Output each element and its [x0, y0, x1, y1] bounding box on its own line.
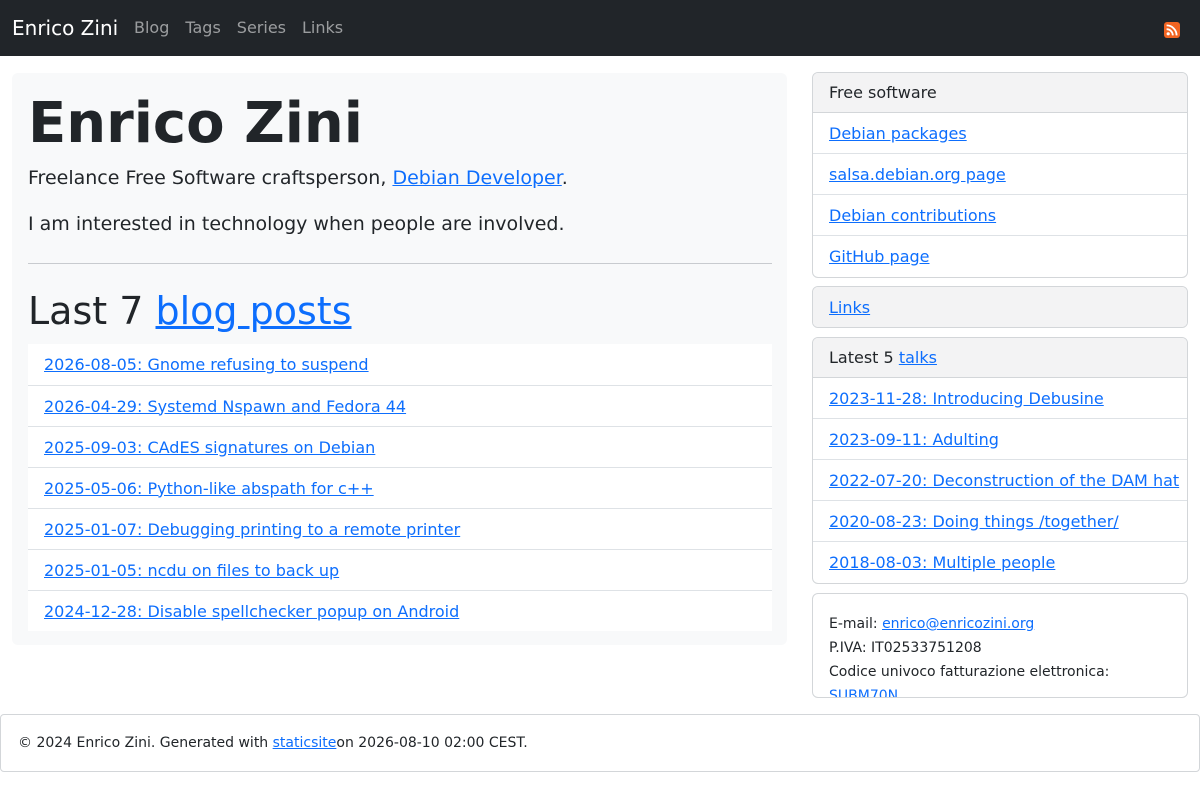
talk-link[interactable]: 2020-08-23: Doing things /together/ — [829, 512, 1119, 531]
debian-packages-link[interactable]: Debian packages — [829, 124, 967, 143]
nav-link-blog[interactable]: Blog — [134, 17, 169, 39]
blog-post-link[interactable]: 2025-05-06: Python-like abspath for c++ — [44, 479, 374, 498]
email-line: E-mail: enrico@enricozini.org — [829, 612, 1171, 636]
nav-links: Blog Tags Series Links — [134, 17, 359, 39]
footer-suffix: on 2026-08-10 02:00 CEST. — [336, 735, 528, 751]
card-row: 2023-09-11: Adulting — [813, 419, 1187, 460]
blog-post-link[interactable]: 2024-12-28: Disable spellchecker popup o… — [44, 602, 459, 621]
card-row: salsa.debian.org page — [813, 154, 1187, 195]
intro-lead: Freelance Free Software craftsperson, De… — [28, 165, 568, 191]
card-row: Debian contributions — [813, 195, 1187, 236]
card-row: 2022-07-20: Deconstruction of the DAM ha… — [813, 460, 1187, 501]
divider — [28, 263, 772, 264]
blog-post-link[interactable]: 2025-01-05: ncdu on files to back up — [44, 561, 339, 580]
page-title: Enrico Zini — [28, 91, 363, 156]
blog-post-link[interactable]: 2026-04-29: Systemd Nspawn and Fedora 44 — [44, 397, 406, 416]
posts-heading-text: Last 7 — [28, 289, 156, 333]
codice-line: Codice univoco fatturazione elettronica:… — [829, 660, 1171, 697]
blog-post-link[interactable]: 2026-08-05: Gnome refusing to suspend — [44, 355, 369, 374]
card-header: Links — [813, 287, 1187, 327]
blog-post-link[interactable]: 2025-09-03: CAdES signatures on Debian — [44, 438, 375, 457]
contact-card: E-mail: enrico@enricozini.org P.IVA: IT0… — [812, 593, 1188, 698]
list-item: 2026-04-29: Systemd Nspawn and Fedora 44 — [28, 385, 772, 426]
links-link[interactable]: Links — [829, 298, 870, 317]
rss-icon[interactable] — [1164, 22, 1180, 38]
talk-link[interactable]: 2023-09-11: Adulting — [829, 430, 999, 449]
talks-card: Latest 5 talks 2023-11-28: Introducing D… — [812, 337, 1188, 584]
staticsite-link[interactable]: staticsite — [273, 735, 337, 751]
card-row: Debian packages — [813, 113, 1187, 154]
list-item: 2025-01-07: Debugging printing to a remo… — [28, 508, 772, 549]
list-item: 2025-09-03: CAdES signatures on Debian — [28, 426, 772, 467]
email-label: E-mail: — [829, 616, 883, 632]
navbar: Enrico Zini Blog Tags Series Links — [0, 0, 1200, 56]
list-item: 2024-12-28: Disable spellchecker popup o… — [28, 590, 772, 631]
links-card: Links — [812, 286, 1188, 328]
intro-period: . — [561, 167, 568, 189]
list-item: 2025-05-06: Python-like abspath for c++ — [28, 467, 772, 508]
list-item: 2025-01-05: ncdu on files to back up — [28, 549, 772, 590]
blog-post-list: 2026-08-05: Gnome refusing to suspend 20… — [28, 344, 772, 631]
free-software-card: Free software Debian packages salsa.debi… — [812, 72, 1188, 278]
blog-post-link[interactable]: 2025-01-07: Debugging printing to a remo… — [44, 520, 460, 539]
talk-link[interactable]: 2018-08-03: Multiple people — [829, 553, 1055, 572]
nav-link-tags[interactable]: Tags — [185, 17, 220, 39]
main-panel: Enrico Zini Freelance Free Software craf… — [12, 73, 787, 645]
debian-developer-link[interactable]: Debian Developer — [392, 167, 561, 189]
github-page-link[interactable]: GitHub page — [829, 247, 930, 266]
nav-link-series[interactable]: Series — [237, 17, 286, 39]
blog-posts-link[interactable]: blog posts — [156, 289, 352, 333]
brand-link[interactable]: Enrico Zini — [12, 15, 118, 41]
interest-lead: I am interested in technology when peopl… — [28, 213, 565, 235]
email-link[interactable]: enrico@enricozini.org — [882, 616, 1034, 632]
salsa-page-link[interactable]: salsa.debian.org page — [829, 165, 1006, 184]
card-row: 2023-11-28: Introducing Debusine — [813, 378, 1187, 419]
nav-link-links[interactable]: Links — [302, 17, 343, 39]
list-item: 2026-08-05: Gnome refusing to suspend — [28, 344, 772, 385]
talk-link[interactable]: 2022-07-20: Deconstruction of the DAM ha… — [829, 471, 1179, 490]
posts-heading: Last 7 blog posts — [28, 285, 352, 337]
card-row: 2018-08-03: Multiple people — [813, 542, 1187, 583]
talks-header-text: Latest 5 — [829, 348, 894, 367]
footer-text: © 2024 Enrico Zini. Generated with — [18, 735, 269, 751]
piva-line: P.IVA: IT02533751208 — [829, 640, 982, 656]
codice-link[interactable]: SUBM70N — [829, 688, 898, 697]
card-row: GitHub page — [813, 236, 1187, 277]
card-header: Free software — [813, 73, 1187, 113]
footer: © 2024 Enrico Zini. Generated with stati… — [0, 714, 1200, 772]
intro-text: Freelance Free Software craftsperson, — [28, 167, 393, 189]
codice-label: Codice univoco fatturazione elettronica: — [829, 664, 1110, 680]
talk-link[interactable]: 2023-11-28: Introducing Debusine — [829, 389, 1104, 408]
talks-link[interactable]: talks — [899, 348, 937, 367]
card-header: Latest 5 talks — [813, 338, 1187, 378]
card-row: 2020-08-23: Doing things /together/ — [813, 501, 1187, 542]
debian-contributions-link[interactable]: Debian contributions — [829, 206, 996, 225]
